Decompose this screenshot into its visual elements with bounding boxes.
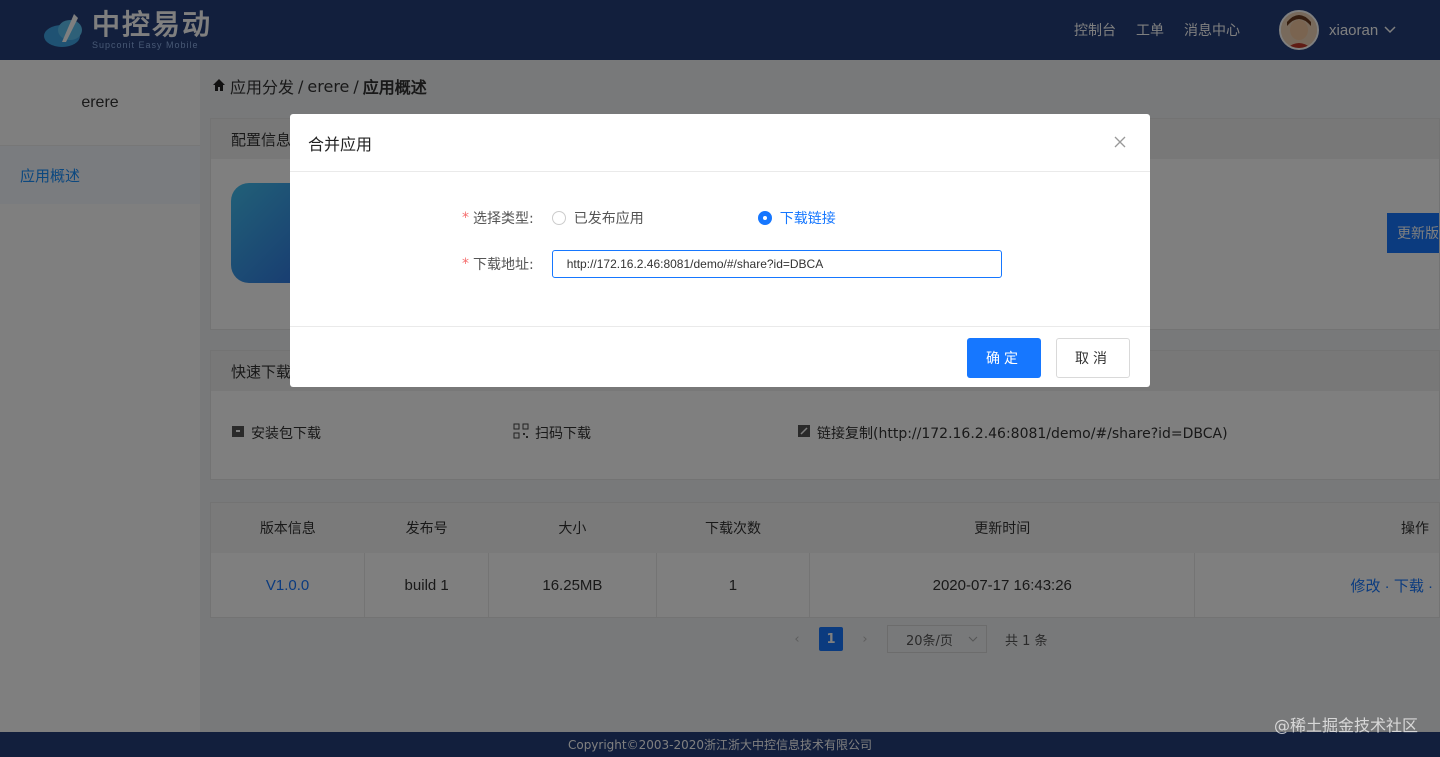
confirm-button[interactable]: 确定 <box>967 338 1041 378</box>
url-row: * 下载地址: <box>462 250 1002 278</box>
radio-published-app-label[interactable]: 已发布应用 <box>574 208 644 228</box>
radio-dot[interactable] <box>551 211 566 225</box>
radio-dot-selected[interactable] <box>757 211 772 225</box>
required-mark: * <box>462 210 469 226</box>
download-url-input[interactable] <box>551 250 1002 278</box>
type-label: 选择类型: <box>473 211 534 227</box>
close-icon[interactable] <box>1110 132 1130 152</box>
type-row: * 选择类型: 已发布应用 下载链接 <box>462 208 836 228</box>
watermark: @稀土掘金技术社区 <box>1273 716 1418 735</box>
radio-download-link-label[interactable]: 下载链接 <box>780 208 836 228</box>
cancel-button[interactable]: 取消 <box>1056 338 1130 378</box>
required-mark: * <box>462 256 469 272</box>
radio-download-link[interactable]: 下载链接 <box>757 208 836 228</box>
merge-app-dialog: 合并应用 * 选择类型: 已发布应用 下载链接 * 下载地址: 确定 取消 <box>290 114 1150 387</box>
dialog-title: 合并应用 <box>308 134 373 154</box>
radio-published-app[interactable]: 已发布应用 <box>551 208 644 228</box>
dialog-footer: 确定 取消 <box>290 326 1150 387</box>
url-label: 下载地址: <box>473 257 534 273</box>
